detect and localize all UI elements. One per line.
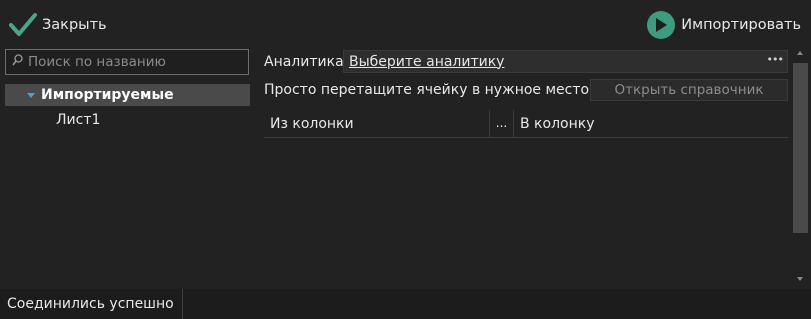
close-button[interactable]: Закрыть <box>8 8 107 42</box>
search-field[interactable] <box>5 49 249 75</box>
search-icon <box>6 54 23 70</box>
tree-node-label: Лист1 <box>56 112 101 128</box>
import-button[interactable]: Импортировать <box>647 8 801 42</box>
tree-node-sheet1[interactable]: Лист1 <box>56 110 100 130</box>
close-button-label: Закрыть <box>42 17 107 33</box>
scroll-up-arrow-icon[interactable] <box>797 51 803 55</box>
mapping-grid-header: Из колонки ... В колонку <box>264 110 788 138</box>
more-options-icon[interactable]: ••• <box>767 53 784 66</box>
column-header-to[interactable]: В колонку <box>514 116 594 132</box>
analytics-selector[interactable]: Выберите аналитику ••• <box>343 50 788 73</box>
checkmark-icon <box>8 12 38 38</box>
status-bar: Соединились успешно <box>0 289 811 319</box>
analytics-value-link[interactable]: Выберите аналитику <box>349 54 504 70</box>
analytics-label: Аналитика <box>264 54 344 70</box>
tree-node-imported[interactable]: Импортируемые <box>5 84 250 106</box>
tree-node-label: Импортируемые <box>41 87 174 103</box>
scroll-down-arrow-icon[interactable] <box>797 277 803 281</box>
vertical-scrollbar[interactable] <box>792 47 809 287</box>
search-input[interactable] <box>28 54 238 70</box>
status-text: Соединились успешно <box>0 289 183 319</box>
play-icon <box>647 11 676 39</box>
expand-caret-icon[interactable] <box>27 92 35 98</box>
drag-hint-text: Просто перетащите ячейку в нужное место.… <box>264 82 603 98</box>
column-header-from[interactable]: Из колонки <box>264 116 489 132</box>
import-button-label: Импортировать <box>681 17 801 33</box>
open-reference-button[interactable]: Открыть справочник <box>590 79 788 101</box>
column-header-options[interactable]: ... <box>489 110 514 137</box>
scrollbar-thumb[interactable] <box>793 63 808 233</box>
